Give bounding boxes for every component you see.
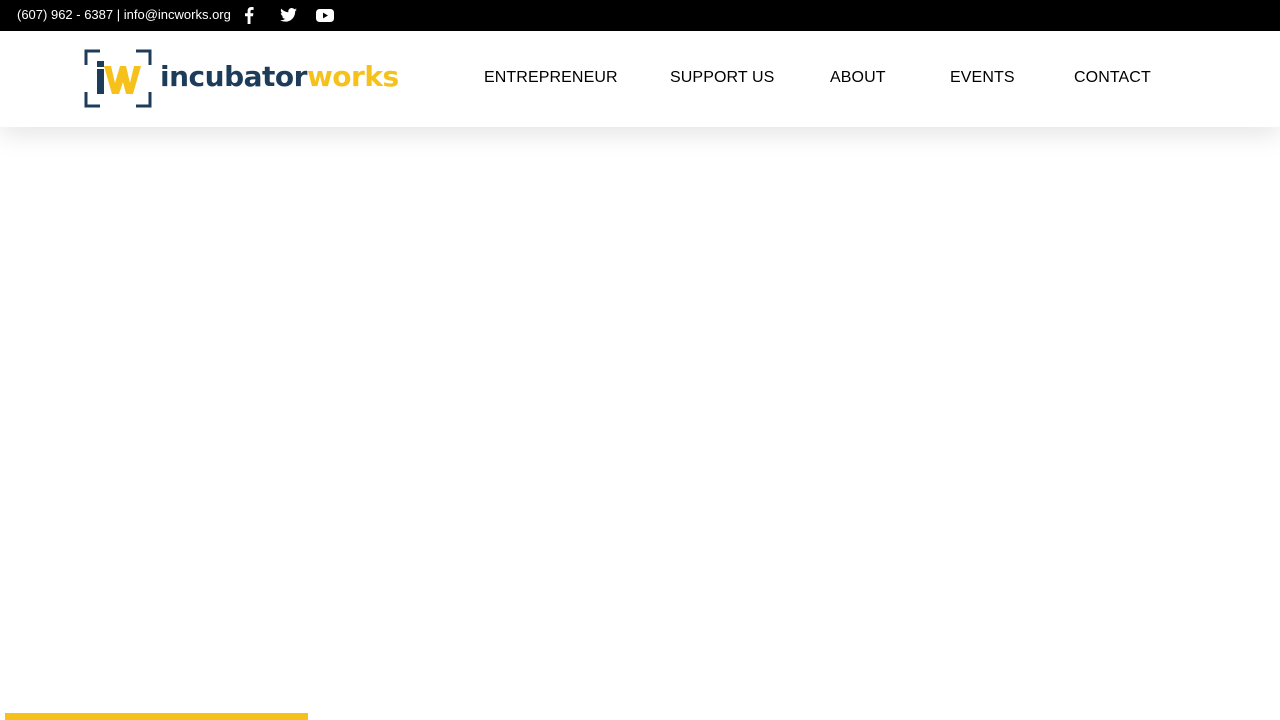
nav-about[interactable]: ABOUT [830,69,886,87]
contact-info: (607) 962 - 6387 | info@incworks.org [17,7,231,22]
phone-link[interactable]: (607) 962 - 6387 [17,7,113,22]
email-link[interactable]: info@incworks.org [124,7,231,22]
nav-entrepreneur[interactable]: ENTREPRENEUR [484,69,618,87]
nav-events[interactable]: EVENTS [950,69,1015,87]
accent-bar [5,713,308,720]
twitter-icon [279,8,297,22]
nav-contact[interactable]: CONTACT [1074,69,1151,87]
logo[interactable]: incubatorworks [84,49,399,109]
site-header: incubatorworks ENTREPRENEUR SUPPORT US A… [0,31,1280,127]
facebook-link[interactable] [241,6,257,24]
top-bar: (607) 962 - 6387 | info@incworks.org [0,0,1280,31]
twitter-link[interactable] [278,6,298,24]
contact-separator: | [113,7,124,22]
nav-support-us[interactable]: SUPPORT US [670,69,774,87]
logo-wordmark: incubatorworks [160,60,399,93]
youtube-icon [316,8,334,22]
logo-mark-icon [84,49,152,109]
facebook-icon [244,6,254,24]
youtube-link[interactable] [315,6,335,24]
